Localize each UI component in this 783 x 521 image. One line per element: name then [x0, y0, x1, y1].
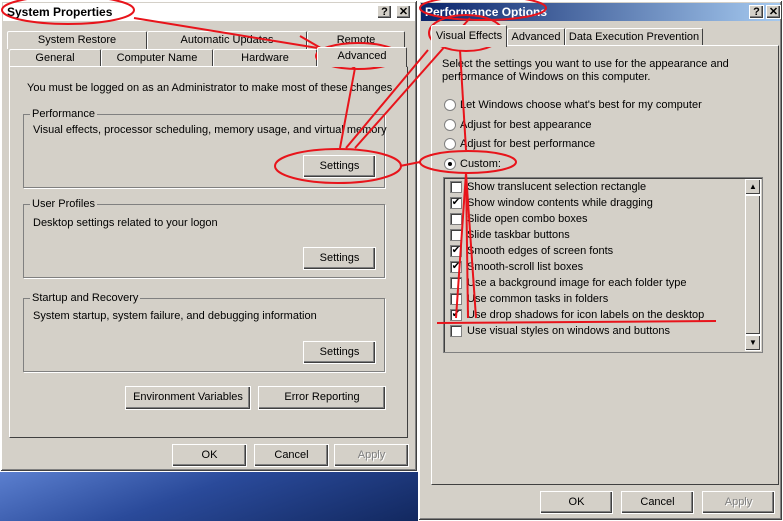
radio-label: Adjust for best appearance [460, 119, 592, 131]
tab-system-restore[interactable]: System Restore [7, 31, 147, 49]
user-profiles-settings-button[interactable]: Settings [303, 247, 376, 270]
tab-hardware[interactable]: Hardware [213, 49, 317, 67]
effect-label[interactable]: Slide open combo boxes [467, 213, 587, 225]
effect-label[interactable]: Smooth edges of screen fonts [467, 245, 613, 257]
effect-label[interactable]: Use a background image for each folder t… [467, 277, 687, 289]
scroll-thumb[interactable] [745, 195, 761, 335]
tab-visual-effects[interactable]: Visual Effects [431, 25, 507, 47]
radio-best-performance[interactable] [444, 138, 456, 150]
visual-effects-list[interactable]: Show translucent selection rectangle ✔ Sho… [443, 177, 763, 353]
intro-line-1: Select the settings you want to use for … [442, 58, 729, 70]
effect-checkbox[interactable] [450, 181, 462, 193]
performance-options-titlebar[interactable]: Performance Options ? ✕ [421, 3, 781, 21]
effect-label[interactable]: Show translucent selection rectangle [467, 181, 646, 193]
window-title: System Properties [7, 5, 113, 19]
performance-settings-button[interactable]: Settings [303, 155, 376, 178]
scroll-up-icon[interactable]: ▲ [745, 179, 761, 195]
vertical-scrollbar[interactable]: ▲ ▼ [745, 179, 761, 351]
intro-line-2: performance of Windows on this computer. [442, 71, 651, 83]
tab-computer-name[interactable]: Computer Name [101, 49, 213, 67]
effect-checkbox[interactable] [450, 277, 462, 289]
tab-data-execution-prevention[interactable]: Data Execution Prevention [565, 28, 703, 46]
close-button[interactable]: ✕ [766, 5, 781, 19]
apply-button[interactable]: Apply [334, 444, 409, 467]
startup-recovery-title: Startup and Recovery [30, 292, 141, 304]
effect-checkbox[interactable]: ✔ [450, 309, 462, 321]
effect-checkbox[interactable] [450, 293, 462, 305]
admin-note: You must be logged on as an Administrato… [27, 82, 396, 94]
user-profiles-description: Desktop settings related to your logon [33, 217, 218, 229]
effect-checkbox[interactable] [450, 325, 462, 337]
radio-custom[interactable] [444, 158, 456, 170]
help-button[interactable]: ? [377, 5, 392, 19]
effect-checkbox[interactable]: ✔ [450, 245, 462, 257]
performance-description: Visual effects, processor scheduling, me… [33, 124, 387, 136]
ok-button[interactable]: OK [172, 444, 247, 467]
environment-variables-button[interactable]: Environment Variables [125, 386, 251, 410]
cancel-button[interactable]: Cancel [621, 491, 694, 514]
tab-automatic-updates[interactable]: Automatic Updates [147, 31, 307, 49]
radio-label: Adjust for best performance [460, 138, 596, 150]
effect-label[interactable]: Use visual styles on windows and buttons [467, 325, 670, 337]
performance-options-window: Performance Options ? ✕ Visual Effects A… [418, 0, 783, 521]
tab-advanced[interactable]: Advanced [507, 28, 565, 46]
tab-general[interactable]: General [9, 49, 101, 67]
user-profiles-title: User Profiles [30, 198, 97, 210]
help-button[interactable]: ? [749, 5, 764, 19]
effect-label[interactable]: Smooth-scroll list boxes [467, 261, 583, 273]
performance-title: Performance [30, 108, 97, 120]
system-properties-window: System Properties ? ✕ System Restore Aut… [0, 0, 418, 472]
cancel-button[interactable]: Cancel [254, 444, 329, 467]
error-reporting-button[interactable]: Error Reporting [258, 386, 386, 410]
effect-label[interactable]: Show window contents while dragging [467, 197, 653, 209]
system-properties-titlebar[interactable]: System Properties ? ✕ [3, 3, 415, 21]
effect-checkbox[interactable]: ✔ [450, 197, 462, 209]
radio-best-appearance[interactable] [444, 119, 456, 131]
window-title: Performance Options [425, 5, 548, 19]
radio-label: Let Windows choose what's best for my co… [460, 99, 702, 111]
close-button[interactable]: ✕ [396, 5, 411, 19]
effect-label[interactable]: Use drop shadows for icon labels on the … [467, 309, 704, 321]
effect-label[interactable]: Use common tasks in folders [467, 293, 608, 305]
startup-recovery-description: System startup, system failure, and debu… [33, 310, 317, 322]
effect-checkbox[interactable]: ✔ [450, 261, 462, 273]
desktop-background [0, 472, 418, 521]
radio-let-windows-choose[interactable] [444, 99, 456, 111]
tab-advanced[interactable]: Advanced [317, 47, 407, 67]
effect-checkbox[interactable] [450, 229, 462, 241]
scroll-down-icon[interactable]: ▼ [745, 335, 761, 351]
startup-settings-button[interactable]: Settings [303, 341, 376, 364]
radio-label: Custom: [460, 158, 501, 170]
effect-checkbox[interactable] [450, 213, 462, 225]
apply-button[interactable]: Apply [702, 491, 775, 514]
effect-label[interactable]: Slide taskbar buttons [467, 229, 570, 241]
ok-button[interactable]: OK [540, 491, 613, 514]
